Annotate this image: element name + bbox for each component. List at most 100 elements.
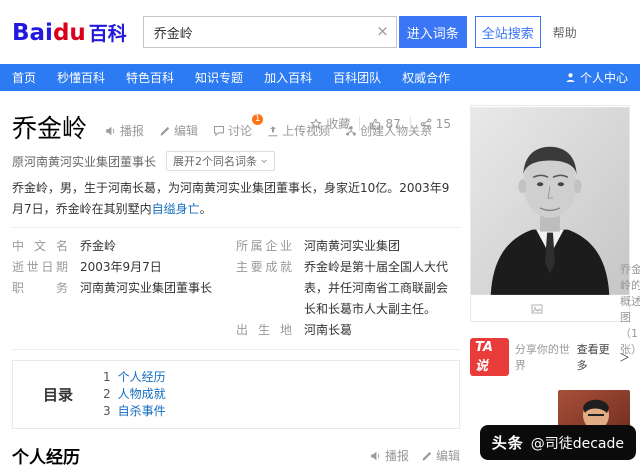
expand-synonyms-button[interactable]: 展开2个同名词条	[166, 151, 276, 171]
ta-say-logo: TA说	[470, 338, 509, 376]
top-header: Bai du 百科 × 进入词条 全站搜索 帮助	[0, 0, 640, 64]
site-search-button[interactable]: 全站搜索	[474, 16, 541, 48]
right-sidebar: 乔金岭的概述图（1张） TA说 分享你的世界 查看更多 ＞	[470, 105, 640, 440]
summary-text: 乔金岭，男，生于河南长葛，为河南黄河实业集团董事长，身家近10亿。2003年9月…	[12, 181, 450, 216]
broadcast-label: 播报	[120, 124, 145, 138]
logo-text-du: du	[52, 19, 86, 46]
info-row: 中文名 乔金岭	[12, 236, 228, 257]
favorite-button[interactable]: 收藏	[301, 115, 359, 132]
ta-say-more-label: 查看更多	[576, 343, 610, 372]
expand-synonyms-label: 展开2个同名词条	[173, 155, 258, 168]
section-edit-label: 编辑	[435, 449, 460, 463]
lemma-subtitle: 原河南黄河实业集团董事长	[12, 154, 157, 169]
broadcast-button[interactable]: 播报	[105, 122, 144, 139]
baidu-baike-logo[interactable]: Bai du 百科	[12, 19, 127, 46]
toc-list: 1 个人经历 2 人物成就 3 自杀事件	[103, 369, 166, 420]
info-value: 乔金岭	[80, 239, 117, 253]
subtitle-row: 原河南黄河实业集团董事长 展开2个同名词条	[12, 151, 460, 171]
info-label: 主要成就	[236, 260, 292, 274]
clear-search-icon[interactable]: ×	[376, 22, 389, 40]
discuss-button[interactable]: 讨论 1	[213, 114, 264, 139]
enter-entry-button[interactable]: 进入词条	[398, 16, 467, 48]
nav-item-home[interactable]: 首页	[12, 69, 36, 86]
toc-link-suicide-event[interactable]: 自杀事件	[118, 403, 166, 420]
baike-entry-page: Bai du 百科 × 进入词条 全站搜索 帮助 首页 秒懂百科 特色百科 知识…	[0, 0, 640, 466]
section-title: 个人经历	[12, 448, 80, 466]
toutiao-watermark: 头条 @司徒decade	[479, 425, 636, 460]
section-broadcast-button[interactable]: 播报	[370, 447, 409, 464]
chat-icon	[214, 125, 225, 137]
nav-item-join[interactable]: 加入百科	[264, 69, 312, 86]
info-row: 主要成就 乔金岭是第十届全国人大代表，并任河南省工商联副会长和长葛市人大副主任。	[236, 257, 452, 320]
main-column: 乔金岭 播报 编辑 讨论 1 上传视频 创建人物关系 收藏 87 15 原河南黄…	[12, 114, 460, 466]
share-icon	[420, 118, 432, 130]
main-navigation: 首页 秒懂百科 特色百科 知识专题 加入百科 百科团队 权威合作 个人中心	[0, 64, 640, 91]
search-input[interactable]	[142, 16, 397, 48]
user-center-link[interactable]: 个人中心	[565, 69, 628, 86]
share-button[interactable]: 15	[409, 116, 460, 131]
pencil-icon	[422, 451, 432, 461]
overview-photo-card: 乔金岭的概述图（1张）	[470, 105, 640, 356]
ta-say-header: TA说 分享你的世界 查看更多 ＞	[470, 338, 630, 376]
toc-link-personal-history[interactable]: 个人经历	[118, 369, 166, 386]
share-count: 15	[435, 116, 451, 131]
info-row: 逝世日期 2003年9月7日	[12, 257, 228, 278]
summary-link-suicide[interactable]: 自缢身亡	[152, 202, 200, 216]
nav-item-team[interactable]: 百科团队	[333, 69, 381, 86]
edit-button[interactable]: 编辑	[159, 122, 198, 139]
toc-number: 3	[103, 404, 111, 418]
discuss-label: 讨论	[228, 124, 253, 138]
pencil-icon	[160, 126, 170, 136]
summary-tail: 。	[199, 202, 212, 216]
toc-item: 2 人物成就	[103, 386, 166, 403]
page-title: 乔金岭	[12, 114, 88, 143]
info-row: 所属企业 河南黄河实业集团	[236, 236, 452, 257]
logo-text-baike: 百科	[88, 22, 127, 45]
table-of-contents: 目录 1 个人经历 2 人物成就 3 自杀事件	[12, 360, 460, 429]
info-value: 2003年9月7日	[80, 260, 162, 274]
lemma-stats: 收藏 87 15	[301, 115, 460, 132]
toc-item: 1 个人经历	[103, 369, 166, 386]
section-broadcast-label: 播报	[384, 449, 409, 463]
section-edit-button[interactable]: 编辑	[421, 447, 460, 464]
discuss-count-badge: 1	[252, 114, 264, 125]
logo-text-bai: Bai	[12, 19, 53, 46]
info-label: 逝世日期	[12, 260, 68, 274]
section-header: 个人经历 播报 编辑	[12, 443, 460, 466]
info-value: 河南黄河实业集团董事长	[80, 281, 213, 295]
toc-number: 2	[103, 387, 111, 401]
ta-say-more-link[interactable]: 查看更多 ＞	[577, 341, 630, 373]
basic-info-box: 中文名 乔金岭 逝世日期 2003年9月7日 职务 河南黄河实业集团董事长 所属…	[12, 227, 460, 350]
portrait-photo[interactable]	[471, 106, 629, 296]
toc-link-achievements[interactable]: 人物成就	[118, 386, 166, 403]
nav-item-featured[interactable]: 特色百科	[126, 69, 174, 86]
edit-label: 编辑	[174, 124, 199, 138]
toc-number: 1	[103, 370, 111, 384]
section-actions: 播报 编辑	[370, 447, 460, 464]
favorite-label: 收藏	[326, 117, 351, 131]
image-icon	[531, 304, 543, 313]
toc-item: 3 自杀事件	[103, 403, 166, 420]
nav-item-topics[interactable]: 知识专题	[195, 69, 243, 86]
help-link[interactable]: 帮助	[553, 24, 577, 41]
arrow-right-icon: ＞	[619, 351, 630, 364]
nav-item-miaodong[interactable]: 秒懂百科	[57, 69, 105, 86]
lemma-summary: 乔金岭，男，生于河南长葛，为河南黄河实业集团董事长，身家近10亿。2003年9月…	[12, 178, 460, 220]
thumbs-up-icon	[370, 118, 381, 129]
content-area: 乔金岭 播报 编辑 讨论 1 上传视频 创建人物关系 收藏 87 15 原河南黄…	[0, 91, 640, 466]
info-label: 出生地	[236, 323, 292, 337]
person-icon	[566, 73, 575, 82]
nav-item-cooperation[interactable]: 权威合作	[402, 69, 450, 86]
info-label: 中文名	[12, 239, 68, 253]
speaker-icon	[371, 451, 380, 460]
toutiao-handle: @司徒decade	[530, 435, 624, 452]
lemma-title-row: 乔金岭 播报 编辑 讨论 1 上传视频 创建人物关系 收藏 87 15	[12, 114, 460, 143]
info-label: 所属企业	[236, 239, 292, 253]
info-value: 乔金岭是第十届全国人大代表，并任河南省工商联副会长和长葛市人大副主任。	[304, 260, 449, 316]
speaker-icon	[106, 126, 115, 135]
chevron-down-icon	[261, 159, 267, 164]
like-button[interactable]: 87	[359, 116, 409, 131]
like-count: 87	[385, 116, 401, 131]
photo-caption[interactable]: 乔金岭的概述图（1张）	[471, 263, 640, 356]
info-col-right: 所属企业 河南黄河实业集团 主要成就 乔金岭是第十届全国人大代表，并任河南省工商…	[236, 236, 460, 341]
